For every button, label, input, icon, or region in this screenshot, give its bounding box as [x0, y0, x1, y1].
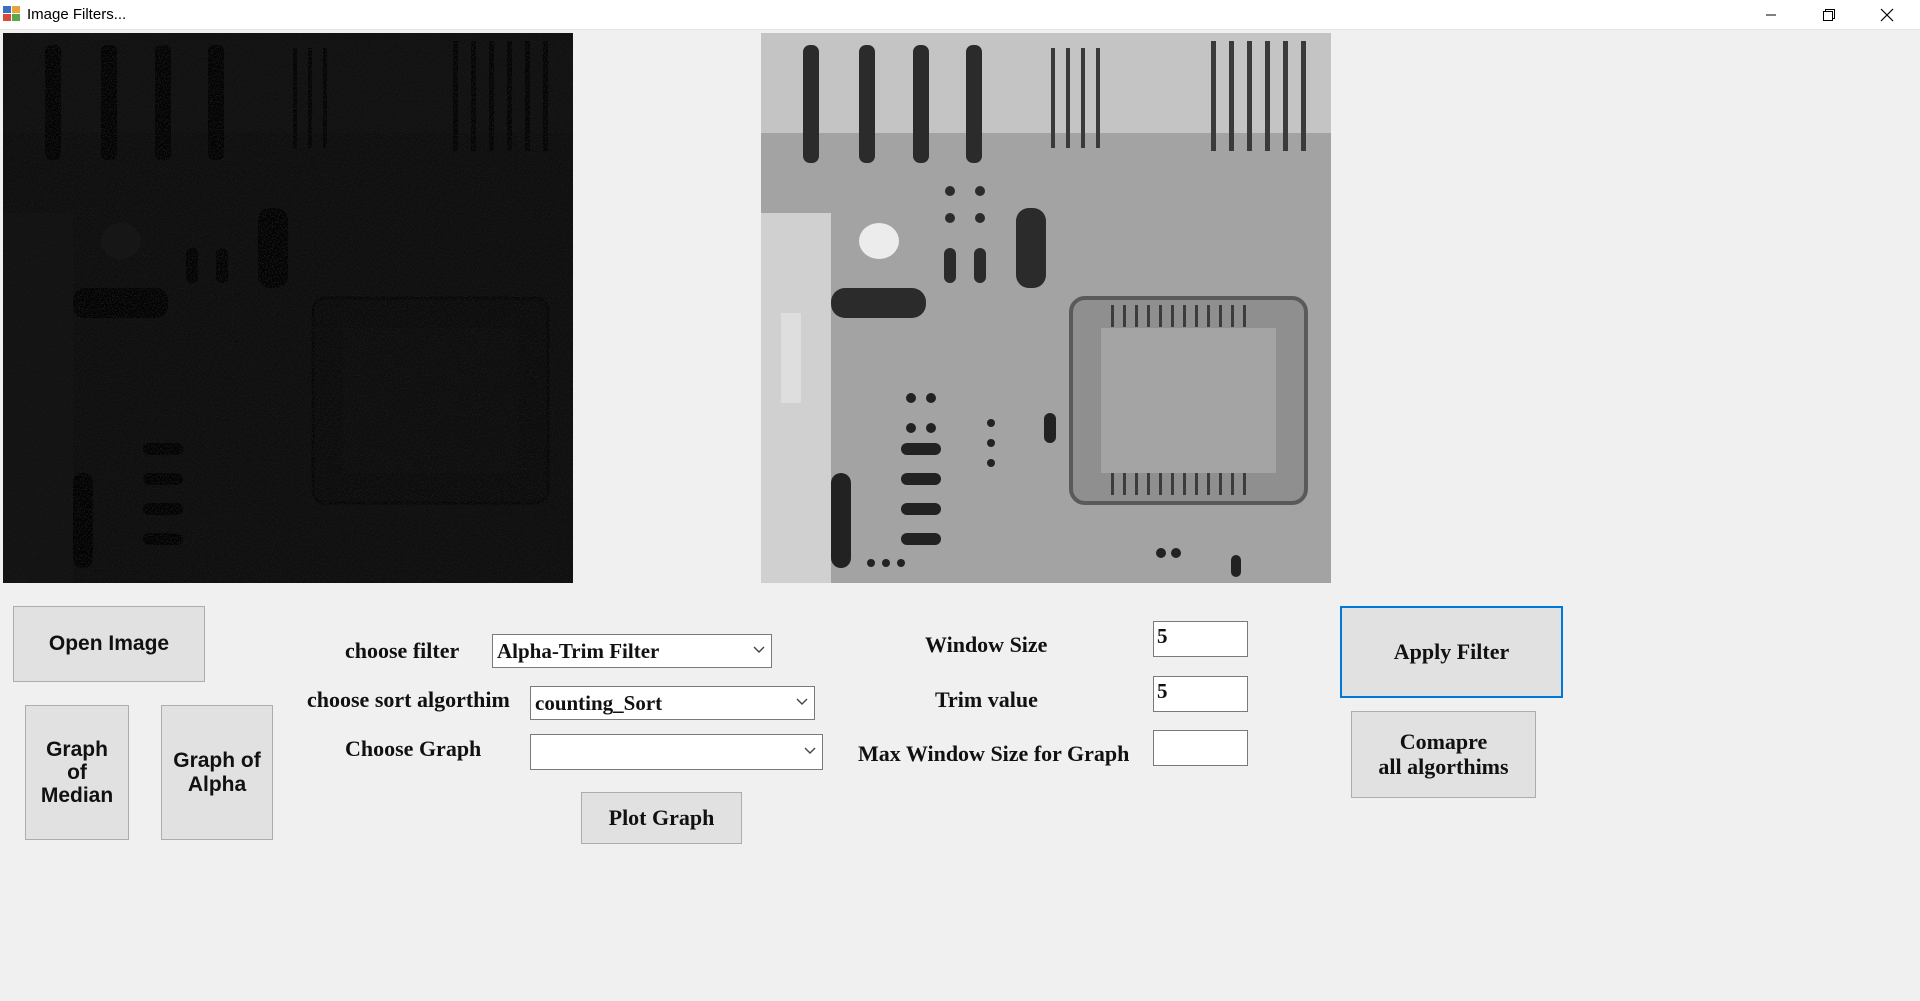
max-window-label: Max Window Size for Graph [858, 741, 1130, 766]
chevron-down-icon [753, 646, 765, 653]
graph-of-median-button[interactable]: Graph of Median [25, 705, 129, 840]
choose-sort-label: choose sort algorthim [307, 687, 510, 712]
graph-select[interactable] [530, 734, 823, 770]
graph-alpha-line1: Graph of [173, 749, 261, 773]
filter-select[interactable]: Alpha-Trim Filter [492, 634, 772, 668]
restore-button[interactable] [1800, 0, 1858, 29]
chevron-down-icon [804, 747, 816, 754]
graph-of-alpha-button[interactable]: Graph of Alpha [161, 705, 273, 840]
compare-line2: all algorthims [1378, 753, 1509, 779]
minimize-button[interactable] [1742, 0, 1800, 29]
max-window-input[interactable] [1153, 730, 1248, 766]
trim-value-label: Trim value [935, 687, 1038, 712]
chevron-down-icon [796, 698, 808, 705]
plot-graph-button[interactable]: Plot Graph [581, 792, 742, 844]
noisy-circuit-board-image [3, 33, 573, 583]
open-image-button[interactable]: Open Image [13, 606, 205, 682]
app-icon [3, 6, 20, 21]
close-button[interactable] [1858, 0, 1916, 29]
trim-value-input[interactable]: 5 [1153, 676, 1248, 712]
restore-icon [1823, 8, 1835, 21]
graph-median-line1: Graph [46, 737, 108, 761]
window-size-input[interactable]: 5 [1153, 621, 1248, 657]
minimize-icon [1766, 14, 1776, 15]
sort-select[interactable]: counting_Sort [530, 686, 815, 720]
title-bar: Image Filters... [0, 0, 1920, 30]
filter-select-value: Alpha-Trim Filter [497, 638, 660, 663]
compare-algorithms-button[interactable]: Comapre all algorthims [1351, 711, 1536, 798]
filtered-circuit-board-image [761, 33, 1331, 583]
window-size-label: Window Size [925, 632, 1048, 657]
choose-filter-label: choose filter [345, 638, 460, 663]
sort-select-value: counting_Sort [535, 690, 663, 715]
compare-line1: Comapre [1399, 729, 1488, 755]
graph-median-line3: Median [40, 784, 114, 808]
original-image [3, 33, 573, 583]
apply-filter-button[interactable]: Apply Filter [1340, 606, 1563, 698]
choose-graph-label: Choose Graph [345, 736, 482, 761]
graph-median-line2: of [67, 760, 87, 784]
close-icon [1880, 8, 1894, 21]
filtered-image [761, 33, 1331, 583]
graph-alpha-line2: Alpha [187, 772, 247, 796]
window-title: Image Filters... [27, 6, 127, 23]
